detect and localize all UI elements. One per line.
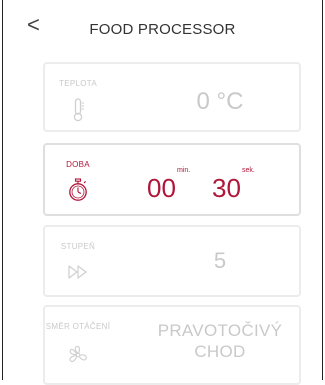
- app-window: < FOOD PROCESSOR TEPLOTA 0 °C DOBA 00 mi…: [2, 0, 323, 385]
- seconds-unit: sek.: [242, 167, 255, 174]
- stopwatch-icon: [63, 178, 93, 202]
- direction-card[interactable]: SMĚR OTÁČENÍ PRAVOTOČIVÝ CHOD: [43, 305, 301, 385]
- time-card[interactable]: DOBA 00 min. 30 sek.: [43, 143, 301, 216]
- direction-value-line1: PRAVOTOČIVÝ: [157, 321, 283, 340]
- page-title: FOOD PROCESSOR: [89, 20, 236, 38]
- header: < FOOD PROCESSOR: [3, 0, 322, 58]
- minutes-value[interactable]: 00: [147, 173, 176, 204]
- time-label: DOBA: [66, 160, 90, 169]
- level-card[interactable]: STUPEŇ 5: [43, 225, 301, 297]
- fast-forward-icon: [63, 260, 93, 284]
- time-display[interactable]: 00 min. 30 sek.: [147, 157, 297, 207]
- fan-icon: [63, 343, 93, 367]
- back-button[interactable]: <: [27, 14, 40, 36]
- thermometer-icon: [63, 98, 93, 122]
- direction-value: PRAVOTOČIVÝ CHOD: [145, 320, 295, 362]
- temperature-label: TEPLOTA: [59, 79, 97, 88]
- level-label: STUPEŇ: [60, 242, 96, 251]
- temperature-value: 0 °C: [196, 88, 244, 115]
- level-value: 5: [213, 248, 227, 273]
- direction-value-line2: CHOD: [194, 342, 246, 361]
- temperature-card[interactable]: TEPLOTA 0 °C: [43, 62, 301, 132]
- direction-label: SMĚR OTÁČENÍ: [45, 322, 111, 331]
- minutes-unit: min.: [177, 167, 191, 174]
- seconds-value[interactable]: 30: [212, 173, 241, 204]
